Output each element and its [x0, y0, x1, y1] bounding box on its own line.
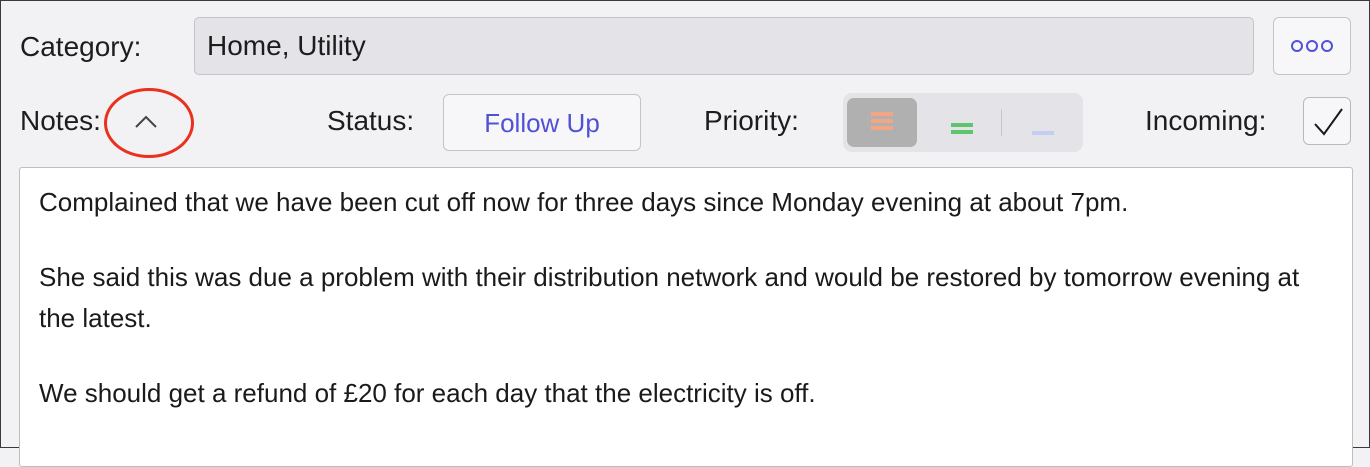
- note-paragraph: She said this was due a problem with the…: [39, 262, 1300, 333]
- segment-divider: [1001, 109, 1002, 136]
- category-field[interactable]: Home, Utility: [194, 17, 1254, 75]
- priority-medium-segment[interactable]: [927, 98, 997, 147]
- priority-low-segment[interactable]: [1008, 98, 1078, 147]
- priority-segmented-control[interactable]: [843, 93, 1083, 152]
- status-button[interactable]: Follow Up: [443, 94, 641, 151]
- chevron-up-icon: [135, 115, 157, 128]
- category-label: Category:: [20, 31, 142, 62]
- notes-label: Notes:: [20, 105, 101, 136]
- incoming-checkbox[interactable]: [1303, 97, 1351, 145]
- notes-text-area[interactable]: Complained that we have been cut off now…: [19, 167, 1353, 467]
- status-label: Status:: [327, 105, 415, 136]
- checkmark-icon: [1314, 108, 1343, 136]
- ellipsis-icon: [1291, 40, 1333, 52]
- priority-high-segment[interactable]: [847, 98, 917, 147]
- note-paragraph: We should get a refund of £20 for each d…: [39, 378, 816, 408]
- form-panel: Category: Home, Utility Notes: Status: F…: [0, 0, 1370, 467]
- priority-label: Priority:: [704, 105, 799, 136]
- notes-collapse-toggle[interactable]: [127, 103, 167, 139]
- more-options-button[interactable]: [1273, 17, 1351, 75]
- note-paragraph: Complained that we have been cut off now…: [39, 187, 1129, 217]
- incoming-label: Incoming:: [1145, 105, 1267, 136]
